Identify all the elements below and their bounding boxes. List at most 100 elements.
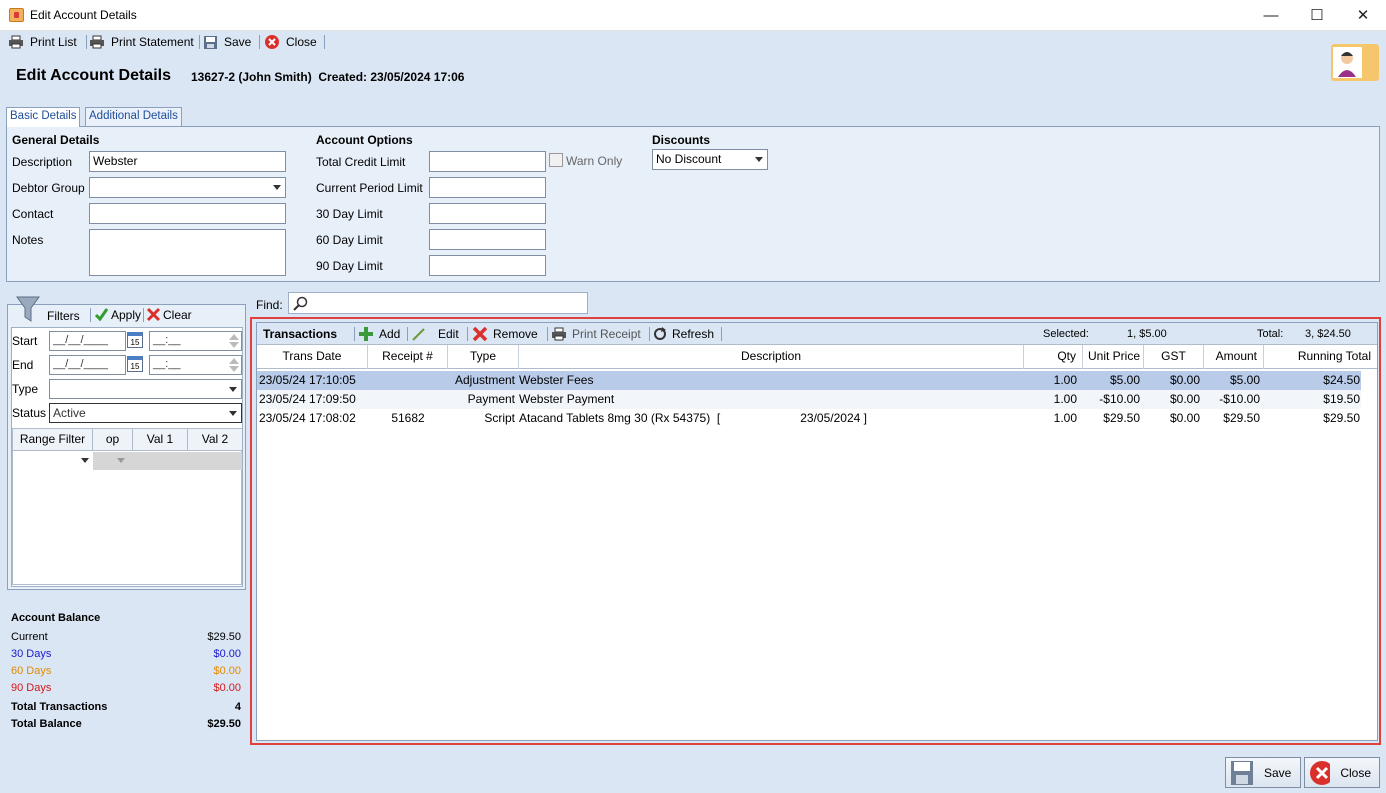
filter-divider bbox=[143, 308, 144, 322]
apply-label: Apply bbox=[111, 307, 142, 322]
description-label: Description bbox=[12, 155, 73, 169]
window-title: Edit Account Details bbox=[30, 8, 137, 22]
person-icon bbox=[1333, 47, 1362, 78]
minimize-button[interactable]: — bbox=[1248, 0, 1294, 31]
spinner-icon[interactable] bbox=[227, 356, 239, 374]
discount-value: No Discount bbox=[656, 152, 722, 166]
basic-details-panel: General Details Description Webster Debt… bbox=[6, 126, 1380, 282]
current-period-limit-label: Current Period Limit bbox=[316, 181, 423, 195]
close-button[interactable]: Close bbox=[1304, 757, 1380, 788]
type-select[interactable] bbox=[49, 379, 242, 399]
range-filter-grid: Range Filter op Val 1 Val 2 bbox=[12, 428, 242, 585]
close-circle-icon bbox=[265, 35, 279, 49]
balance-90-label: 90 Days bbox=[11, 682, 52, 694]
limit-60-label: 60 Day Limit bbox=[316, 233, 383, 247]
clear-label: Clear bbox=[163, 307, 192, 322]
total-credit-limit-label: Total Credit Limit bbox=[316, 155, 406, 169]
calendar-icon[interactable]: 15 bbox=[127, 332, 143, 348]
chevron-down-icon bbox=[229, 411, 237, 416]
total-credit-limit-input[interactable] bbox=[429, 151, 546, 172]
spinner-icon[interactable] bbox=[227, 332, 239, 350]
val1-header: Val 1 bbox=[133, 429, 188, 451]
debtor-group-select[interactable] bbox=[89, 177, 286, 198]
floppy-disk-icon bbox=[1231, 760, 1253, 785]
total-transactions-label: Total Transactions bbox=[11, 701, 108, 713]
end-label: End bbox=[12, 358, 34, 372]
window-close-button[interactable]: ✕ bbox=[1340, 0, 1386, 31]
account-info: 13627-2 (John Smith) Created: 23/05/2024… bbox=[191, 70, 465, 84]
clear-filter-button[interactable]: Clear bbox=[146, 307, 192, 322]
chevron-down-icon bbox=[755, 157, 763, 162]
close-toolbar-label: Close bbox=[286, 35, 317, 49]
start-time-value: __:__ bbox=[153, 334, 181, 346]
limit-60-input[interactable] bbox=[429, 229, 546, 250]
funnel-icon bbox=[16, 296, 40, 322]
end-time-input[interactable]: __:__ bbox=[149, 355, 242, 375]
maximize-button[interactable]: ☐ bbox=[1294, 0, 1340, 31]
range-field-select[interactable] bbox=[13, 452, 93, 470]
tab-additional-details[interactable]: Additional Details bbox=[85, 107, 182, 126]
limit-90-input[interactable] bbox=[429, 255, 546, 276]
status-select[interactable]: Active bbox=[49, 403, 242, 423]
status-value: Active bbox=[53, 406, 86, 420]
discount-select[interactable]: No Discount bbox=[652, 149, 768, 170]
type-label: Type bbox=[12, 382, 39, 396]
find-input[interactable] bbox=[288, 292, 588, 314]
account-avatar-icon bbox=[1331, 44, 1379, 81]
filters-title: Filters bbox=[47, 309, 80, 323]
balance-60-label: 60 Days bbox=[11, 665, 52, 677]
notes-textarea[interactable] bbox=[89, 229, 286, 276]
toolbar-divider bbox=[86, 35, 87, 49]
close-toolbar-button[interactable]: Close bbox=[264, 31, 317, 53]
start-time-input[interactable]: __:__ bbox=[149, 331, 242, 351]
save-toolbar-label: Save bbox=[224, 35, 252, 49]
limit-30-input[interactable] bbox=[429, 203, 546, 224]
main-toolbar: Print List Print Statement Save Close bbox=[0, 31, 1386, 53]
tab-basic-details[interactable]: Basic Details bbox=[6, 107, 81, 127]
apply-filter-button[interactable]: Apply bbox=[94, 307, 141, 322]
highlight-box bbox=[250, 317, 1381, 745]
print-statement-button[interactable]: Print Statement bbox=[89, 31, 194, 53]
contact-label: Contact bbox=[12, 207, 54, 221]
calendar-icon[interactable]: 15 bbox=[127, 356, 143, 372]
op-header: op bbox=[93, 429, 133, 451]
limit-30-label: 30 Day Limit bbox=[316, 207, 383, 221]
filter-divider bbox=[90, 308, 91, 322]
toolbar-divider bbox=[199, 35, 200, 49]
chevron-down-icon bbox=[117, 458, 125, 463]
end-date-input[interactable]: __/__/____ bbox=[49, 355, 126, 375]
contact-input[interactable] bbox=[89, 203, 286, 224]
description-input[interactable]: Webster bbox=[89, 151, 286, 172]
save-button[interactable]: Save bbox=[1225, 757, 1301, 788]
printer-icon bbox=[9, 35, 23, 49]
balance-60-value: $0.00 bbox=[213, 665, 241, 677]
warn-only-checkbox[interactable] bbox=[549, 153, 563, 167]
printer-icon bbox=[90, 35, 104, 49]
range-op-select[interactable] bbox=[93, 452, 242, 470]
current-period-limit-input[interactable] bbox=[429, 177, 546, 198]
page-title: Edit Account Details bbox=[16, 67, 171, 84]
status-label: Status bbox=[12, 406, 47, 420]
chevron-down-icon bbox=[273, 185, 281, 190]
account-options-heading: Account Options bbox=[316, 133, 413, 147]
red-x-icon bbox=[146, 307, 161, 322]
close-circle-icon bbox=[1310, 760, 1331, 785]
balance-current-value: $29.50 bbox=[207, 631, 241, 643]
chevron-down-icon bbox=[81, 458, 89, 463]
range-filter-header: Range Filter bbox=[13, 429, 93, 451]
search-icon bbox=[293, 296, 308, 311]
print-statement-label: Print Statement bbox=[111, 35, 194, 49]
print-list-button[interactable]: Print List bbox=[8, 31, 77, 53]
warn-only-label: Warn Only bbox=[566, 154, 623, 168]
limit-90-label: 90 Day Limit bbox=[316, 259, 383, 273]
start-label: Start bbox=[12, 334, 38, 348]
val2-header: Val 2 bbox=[188, 429, 242, 451]
discounts-heading: Discounts bbox=[652, 133, 711, 147]
find-label: Find: bbox=[256, 298, 283, 312]
start-date-input[interactable]: __/__/____ bbox=[49, 331, 126, 351]
total-balance-value: $29.50 bbox=[207, 718, 241, 730]
save-toolbar-button[interactable]: Save bbox=[203, 31, 251, 53]
checkmark-icon bbox=[94, 308, 109, 322]
floppy-disk-icon bbox=[204, 35, 217, 49]
app-icon bbox=[9, 8, 24, 22]
